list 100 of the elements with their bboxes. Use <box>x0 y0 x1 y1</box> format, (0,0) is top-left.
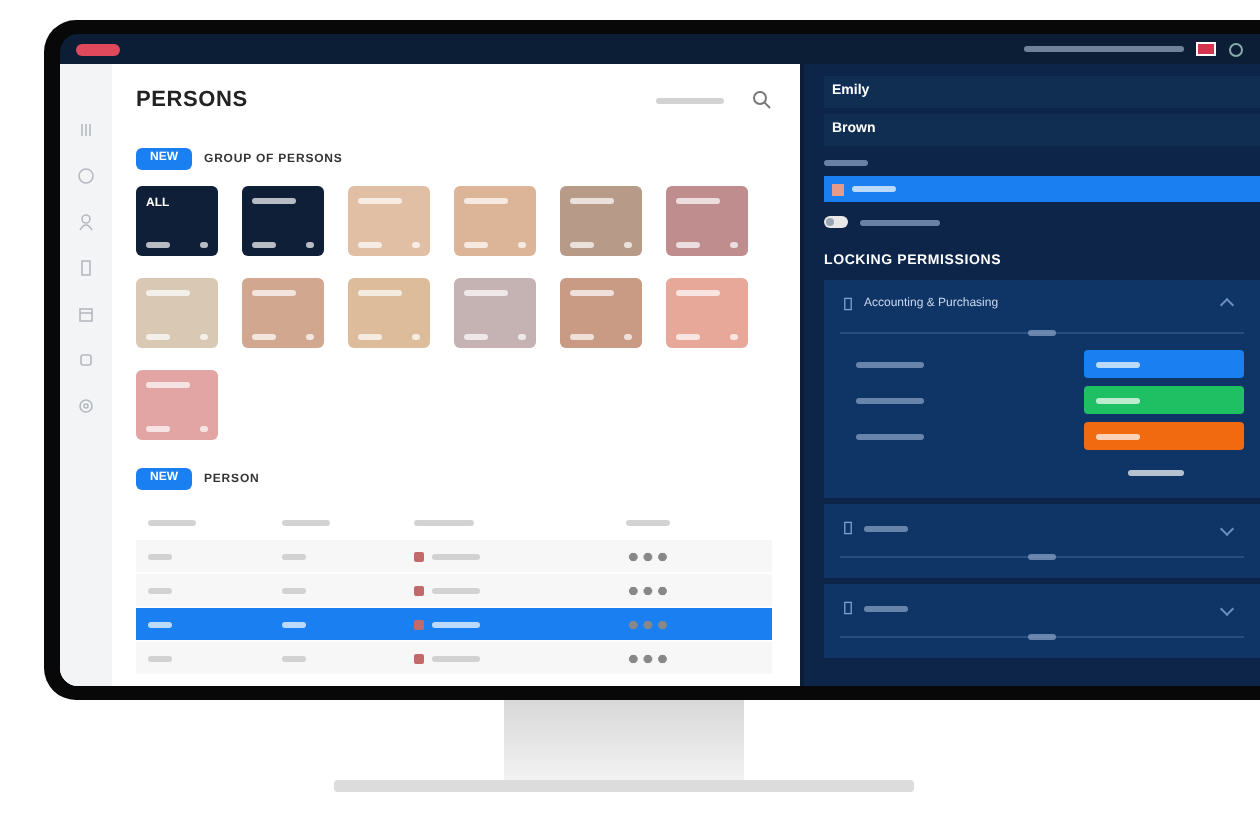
blurred-text <box>281 655 306 661</box>
blurred-text <box>1128 469 1184 475</box>
blurred-text <box>358 290 402 296</box>
door-icon[interactable] <box>840 520 856 536</box>
blurred-text <box>146 426 170 432</box>
blurred-text <box>624 334 632 340</box>
blurred-text <box>200 426 208 432</box>
blurred-text <box>252 290 296 296</box>
group-tile[interactable] <box>666 186 748 256</box>
blurred-text <box>864 605 908 611</box>
group-tile[interactable] <box>560 186 642 256</box>
blurred-text <box>146 334 170 340</box>
blurred-text <box>148 587 172 593</box>
blurred-text <box>1096 361 1140 367</box>
blurred-text <box>570 290 614 296</box>
blurred-text <box>200 242 208 248</box>
blurred-text <box>252 242 276 248</box>
status-circles-icon <box>626 653 671 663</box>
blurred-text <box>864 525 908 531</box>
blurred-text <box>414 519 475 525</box>
blurred-text <box>852 186 896 192</box>
blurred-text <box>676 242 700 248</box>
square-icon[interactable] <box>76 350 96 370</box>
blurred-text <box>570 334 594 340</box>
calendar-icon[interactable] <box>76 304 96 324</box>
blurred-text <box>146 290 190 296</box>
blurred-text <box>358 198 402 204</box>
blurred-text <box>281 519 330 525</box>
blurred-text <box>148 519 196 525</box>
blurred-text <box>281 553 306 559</box>
permission-dropdown[interactable] <box>1084 350 1244 378</box>
blurred-text <box>856 397 924 403</box>
swatch-icon <box>832 183 844 195</box>
blurred-text <box>281 621 306 627</box>
blurred-text <box>412 334 420 340</box>
blurred-text <box>624 242 632 248</box>
blurred-text <box>1096 433 1140 439</box>
group-tile[interactable] <box>348 278 430 348</box>
blurred-text <box>570 242 594 248</box>
person-icon[interactable] <box>76 212 96 232</box>
search-icon[interactable] <box>752 90 772 110</box>
permission-dropdown[interactable] <box>1084 386 1244 414</box>
logo-badge <box>76 43 120 55</box>
blurred-text <box>856 361 924 367</box>
group-tile[interactable] <box>454 278 536 348</box>
door-icon[interactable] <box>840 296 856 312</box>
blurred-text <box>432 655 481 661</box>
circle-icon[interactable] <box>76 166 96 186</box>
blurred-text <box>358 242 382 248</box>
circle-icon <box>1228 41 1244 57</box>
blurred-text <box>1028 634 1056 640</box>
table-row[interactable] <box>136 608 772 642</box>
blurred-text <box>1096 397 1140 403</box>
group-tile[interactable] <box>242 278 324 348</box>
blurred-text <box>464 198 508 204</box>
page-title: PERSONS <box>136 88 250 112</box>
blurred-text <box>252 198 296 204</box>
status-circles-icon <box>626 585 671 595</box>
blurred-text <box>464 334 488 340</box>
blurred-text <box>281 587 306 593</box>
blurred-text <box>464 290 508 296</box>
blurred-text <box>676 334 700 340</box>
blurred-text <box>148 621 172 627</box>
blurred-text <box>146 242 170 248</box>
blurred-text <box>860 219 940 225</box>
group-tile[interactable] <box>454 186 536 256</box>
blurred-text <box>824 160 868 166</box>
blurred-text <box>306 242 314 248</box>
door-icon[interactable] <box>840 600 856 616</box>
blurred-text <box>412 242 420 248</box>
blurred-text <box>518 242 526 248</box>
group-tile[interactable] <box>560 278 642 348</box>
status-circles-icon <box>626 619 671 629</box>
blurred-text <box>730 242 738 248</box>
blurred-text <box>676 198 720 204</box>
toggle-switch[interactable] <box>824 216 848 228</box>
group-tile[interactable] <box>666 278 748 348</box>
blurred-text <box>1028 554 1056 560</box>
bars-icon[interactable] <box>76 120 96 140</box>
blurred-text <box>570 198 614 204</box>
group-tile[interactable] <box>136 370 218 440</box>
group-tile[interactable] <box>242 186 324 256</box>
group-tile[interactable] <box>348 186 430 256</box>
blurred-text <box>146 382 190 388</box>
blurred-text <box>856 433 924 439</box>
blurred-text <box>306 334 314 340</box>
blurred-text <box>676 290 720 296</box>
blurred-text <box>432 553 481 559</box>
blurred-text <box>464 242 488 248</box>
permission-dropdown[interactable] <box>1084 422 1244 450</box>
blurred-text <box>432 621 481 627</box>
blurred-text <box>148 655 172 661</box>
group-tile[interactable] <box>136 278 218 348</box>
gear-icon[interactable] <box>76 396 96 416</box>
status-circles-icon <box>626 551 671 561</box>
blurred-text <box>1028 330 1056 336</box>
blurred-text <box>200 334 208 340</box>
blurred-text <box>358 334 382 340</box>
blurred-text <box>252 334 276 340</box>
group-dropdown[interactable] <box>824 176 1260 202</box>
